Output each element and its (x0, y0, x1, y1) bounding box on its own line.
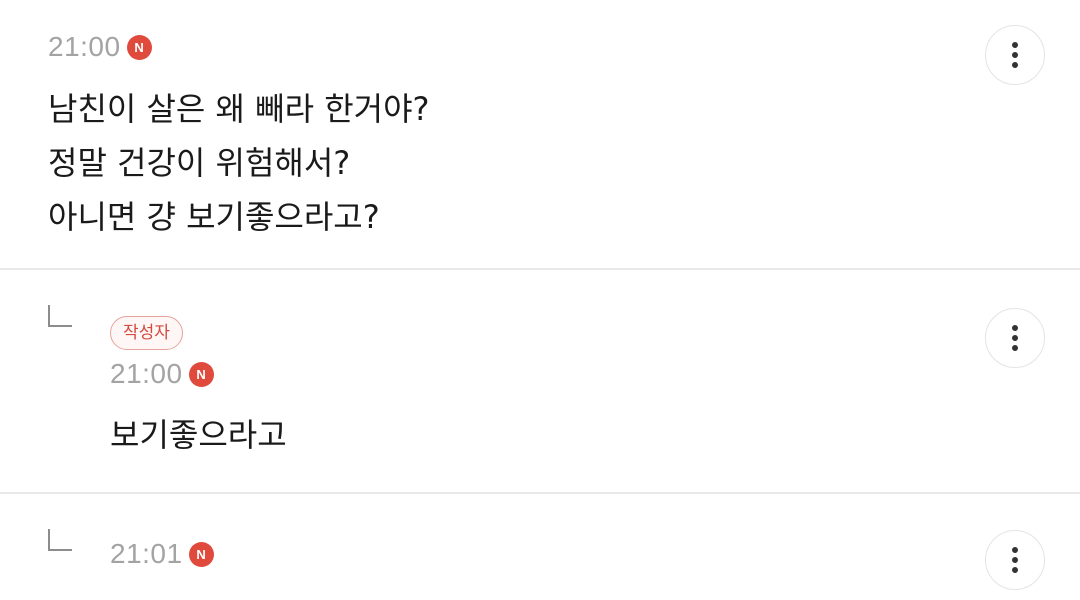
more-options-button[interactable] (985, 25, 1045, 85)
comment-meta: 21:00 N (48, 27, 152, 67)
comment-time: 21:00 (48, 31, 121, 62)
reply-comment-item: 21:01 N (0, 494, 1080, 600)
comment-body-line: 아니면 걍 보기좋으라고? (48, 198, 380, 236)
more-options-button[interactable] (985, 530, 1045, 590)
comment-time: 21:00 (110, 358, 183, 389)
comment-meta: 21:01 N (110, 534, 214, 574)
comment-meta: 21:00 N (110, 354, 214, 394)
comment-body-line: 보기좋으라고 (110, 416, 287, 454)
comment-time: 21:01 (110, 538, 183, 569)
comment-item: 21:00 N 남친이 살은 왜 빼라 한거야? 정말 건강이 위험해서? 아니… (0, 0, 1080, 268)
reply-arrow-icon (48, 305, 72, 327)
more-vertical-icon (1012, 547, 1018, 573)
comment-body-line: 남친이 살은 왜 빼라 한거야? (48, 90, 430, 128)
new-badge-icon: N (188, 361, 214, 387)
more-vertical-icon (1012, 325, 1018, 351)
new-badge-icon: N (188, 541, 214, 567)
more-options-button[interactable] (985, 308, 1045, 368)
reply-comment-item: 작성자 21:00 N 보기좋으라고 (0, 270, 1080, 492)
comment-body-line: 정말 건강이 위험해서? (48, 144, 351, 182)
reply-arrow-icon (48, 529, 72, 551)
comment-body: 남친이 살은 왜 빼라 한거야? 정말 건강이 위험해서? 아니면 걍 보기좋으… (48, 82, 430, 244)
new-badge-icon: N (126, 34, 152, 60)
author-badge: 작성자 (110, 316, 183, 350)
more-vertical-icon (1012, 42, 1018, 68)
comment-body: 보기좋으라고 (110, 408, 287, 462)
